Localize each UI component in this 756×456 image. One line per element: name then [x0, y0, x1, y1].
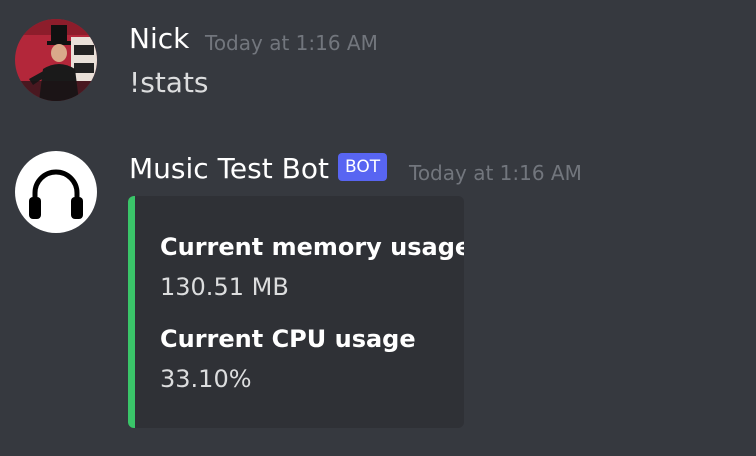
- embed-field-name-memory: Current memory usage: [160, 233, 464, 261]
- embed-field-value-cpu: 33.10%: [160, 365, 252, 393]
- bot-badge: BOT: [338, 153, 388, 181]
- embed-accent-bar: [128, 196, 135, 428]
- avatar[interactable]: [15, 19, 97, 101]
- embed-field-value-memory: 130.51 MB: [160, 273, 289, 301]
- message-author[interactable]: Nick: [129, 22, 189, 56]
- embed-field-name-cpu: Current CPU usage: [160, 325, 416, 353]
- user-avatar-image: [15, 19, 97, 101]
- chat-window: Nick Today at 1:16 AM !stats Music Test …: [0, 0, 756, 456]
- message-timestamp[interactable]: Today at 1:16 AM: [409, 161, 582, 185]
- stats-embed: Current memory usage 130.51 MB Current C…: [128, 196, 464, 428]
- bot-avatar[interactable]: [15, 151, 97, 233]
- message-content: !stats: [129, 66, 209, 99]
- message-timestamp[interactable]: Today at 1:16 AM: [205, 31, 378, 55]
- bot-author[interactable]: Music Test Bot: [129, 152, 329, 186]
- headphones-icon: [29, 169, 83, 219]
